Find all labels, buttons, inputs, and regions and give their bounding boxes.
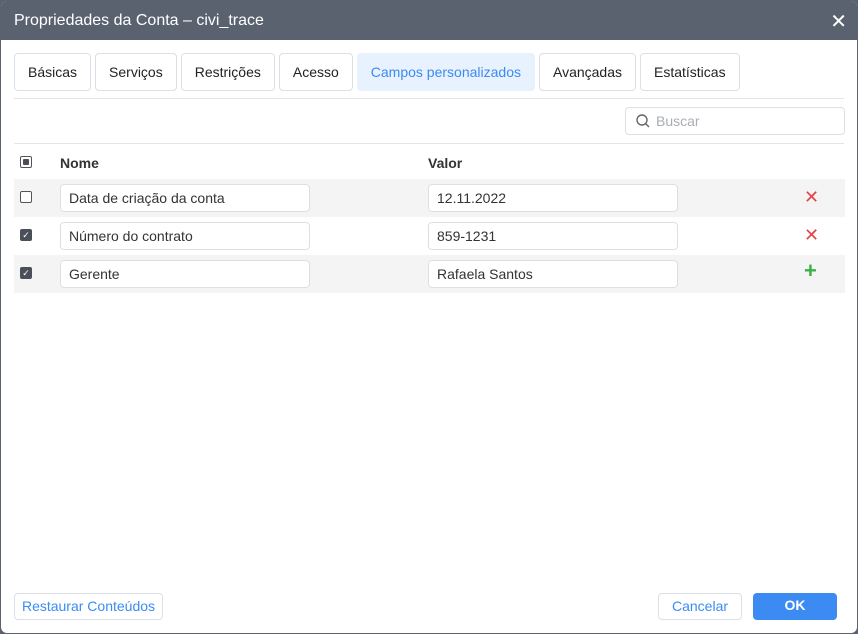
tab-avancadas[interactable]: Avançadas	[538, 53, 636, 91]
column-header-value: Valor	[428, 155, 463, 171]
cancel-button[interactable]: Cancelar	[658, 593, 742, 620]
name-field[interactable]: Data de criação da conta	[60, 184, 310, 212]
value-field[interactable]: Rafaela Santos	[428, 260, 678, 288]
search-placeholder: Buscar	[656, 113, 700, 129]
dialog-title: Propriedades da Conta – civi_trace	[14, 12, 264, 29]
close-icon[interactable]: ✕	[830, 9, 847, 34]
table-row: Data de criação da conta 12.11.2022 ✕	[14, 179, 845, 217]
name-field[interactable]: Gerente	[60, 260, 310, 288]
select-all-checkbox[interactable]	[20, 156, 32, 168]
table-row: ✓ Gerente Rafaela Santos +	[14, 255, 845, 293]
account-properties-dialog: Propriedades da Conta – civi_trace ✕ Bás…	[1, 1, 857, 633]
ok-button[interactable]: OK	[753, 593, 837, 620]
tab-basicas[interactable]: Básicas	[14, 53, 92, 91]
column-header-name: Nome	[60, 155, 99, 171]
tab-servicos[interactable]: Serviços	[95, 53, 177, 91]
divider	[14, 143, 844, 144]
tab-campos-personalizados[interactable]: Campos personalizados	[356, 53, 535, 91]
tab-acesso[interactable]: Acesso	[278, 53, 353, 91]
table-row: ✓ Número do contrato 859-1231 ✕	[14, 217, 845, 255]
name-field[interactable]: Número do contrato	[60, 222, 310, 250]
restore-button[interactable]: Restaurar Conteúdos	[14, 593, 163, 620]
delete-icon[interactable]: ✕	[804, 225, 819, 246]
delete-icon[interactable]: ✕	[804, 187, 819, 208]
add-icon[interactable]: +	[804, 258, 817, 284]
value-field[interactable]: 859-1231	[428, 222, 678, 250]
value-field[interactable]: 12.11.2022	[428, 184, 678, 212]
row-checkbox[interactable]: ✓	[20, 267, 32, 279]
dialog-titlebar: Propriedades da Conta – civi_trace ✕	[1, 1, 857, 40]
tab-restricoes[interactable]: Restrições	[180, 53, 275, 91]
search-input[interactable]: Buscar	[625, 107, 845, 135]
divider	[14, 98, 844, 99]
row-checkbox[interactable]: ✓	[20, 229, 32, 241]
search-icon	[636, 114, 650, 128]
row-checkbox[interactable]	[20, 191, 32, 203]
tab-estatisticas[interactable]: Estatísticas	[640, 53, 740, 91]
tab-bar: Básicas Serviços Restrições Acesso Campo…	[14, 53, 740, 91]
